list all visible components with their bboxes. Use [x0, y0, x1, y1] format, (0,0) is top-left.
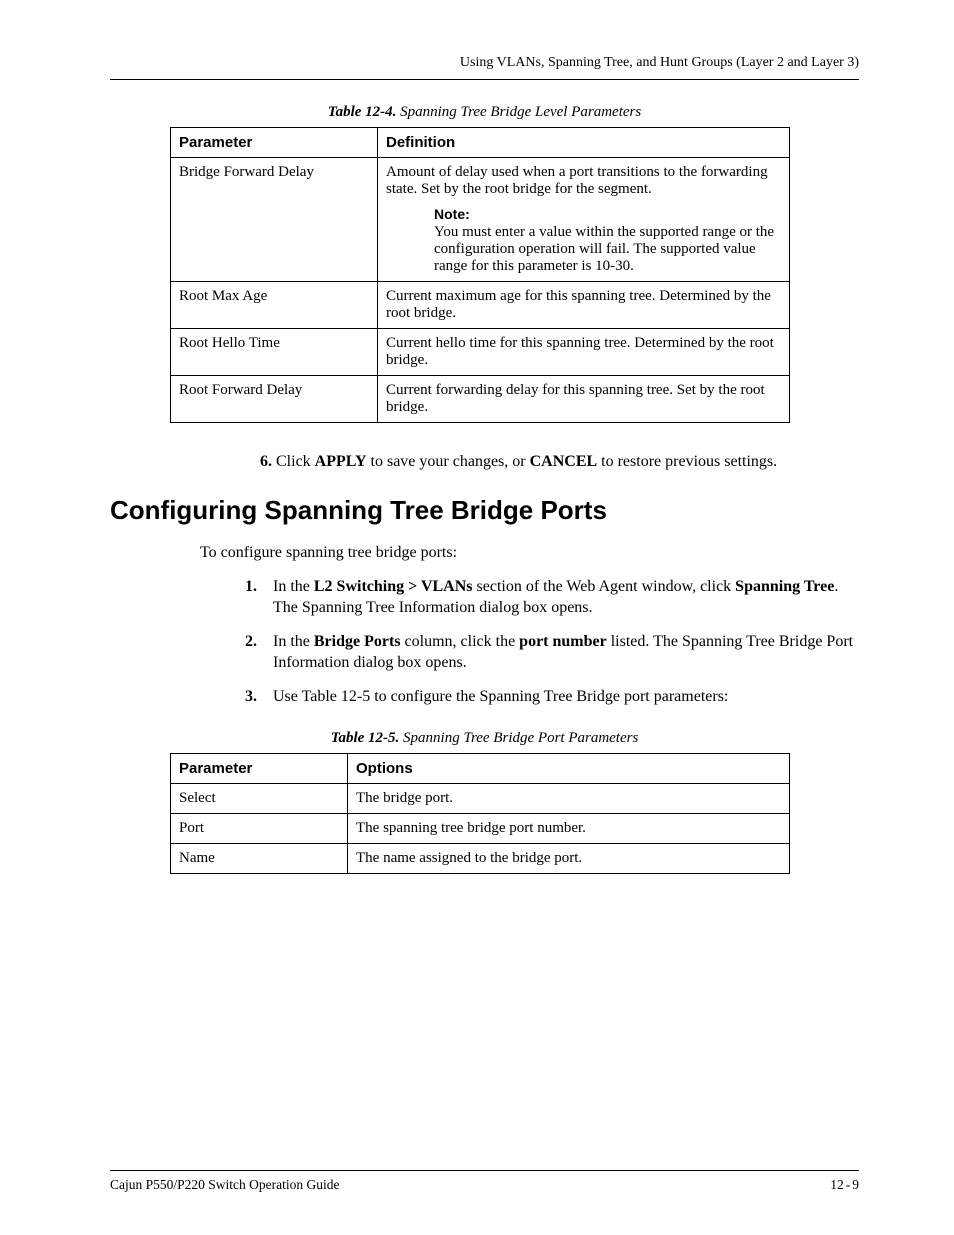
def-cell: Current maximum age for this spanning tr… [378, 282, 790, 329]
step-text: In the [273, 633, 314, 650]
def-cell: Amount of delay used when a port transit… [378, 158, 790, 282]
col-parameter: Parameter [171, 128, 378, 158]
table-row: Root Forward Delay Current forwarding de… [171, 376, 790, 423]
column-name: Bridge Ports [314, 633, 401, 650]
apply-label: APPLY [315, 453, 367, 470]
table-12-4-caption: Table 12-4. Spanning Tree Bridge Level P… [110, 104, 859, 121]
step-text: In the [273, 578, 314, 595]
note-text: You must enter a value within the suppor… [434, 224, 781, 275]
table-row: Name The name assigned to the bridge por… [171, 843, 790, 873]
table-row: Bridge Forward Delay Amount of delay use… [171, 158, 790, 282]
def-cell: Current hello time for this spanning tre… [378, 329, 790, 376]
param-cell: Root Forward Delay [171, 376, 378, 423]
step-text: Use Table 12-5 to configure the Spanning… [273, 688, 728, 705]
table-header-row: Parameter Definition [171, 128, 790, 158]
footer-chapter: 12 [830, 1177, 844, 1192]
step-number: 3. [245, 686, 257, 708]
footer-row: Cajun P550/P220 Switch Operation Guide 1… [110, 1177, 859, 1193]
intro-paragraph: To configure spanning tree bridge ports: [200, 544, 859, 562]
step-text: section of the Web Agent window, click [473, 578, 736, 595]
footer-right: 12-9 [830, 1177, 859, 1193]
opt-cell: The bridge port. [348, 783, 790, 813]
param-cell: Name [171, 843, 348, 873]
menu-item: Spanning Tree [735, 578, 834, 595]
table-caption-label: Table 12-5. [331, 730, 400, 746]
param-cell: Root Max Age [171, 282, 378, 329]
running-header: Using VLANs, Spanning Tree, and Hunt Gro… [110, 55, 859, 71]
opt-cell: The spanning tree bridge port number. [348, 813, 790, 843]
col-definition: Definition [378, 128, 790, 158]
table-row: Select The bridge port. [171, 783, 790, 813]
note-block: Note: You must enter a value within the … [434, 206, 781, 275]
step-text: column, click the [401, 633, 520, 650]
footer-left: Cajun P550/P220 Switch Operation Guide [110, 1177, 340, 1193]
procedure-list: 1. In the L2 Switching > VLANs section o… [245, 576, 859, 708]
list-item: 2. In the Bridge Ports column, click the… [245, 631, 859, 674]
param-cell: Bridge Forward Delay [171, 158, 378, 282]
table-12-5: Parameter Options Select The bridge port… [170, 753, 790, 874]
menu-path: L2 Switching > VLANs [314, 578, 473, 595]
table-caption-title: Spanning Tree Bridge Port Parameters [403, 730, 638, 746]
section-heading: Configuring Spanning Tree Bridge Ports [110, 495, 859, 526]
page: Using VLANs, Spanning Tree, and Hunt Gro… [0, 0, 954, 1235]
footer-dash: - [846, 1177, 851, 1192]
table-12-5-caption: Table 12-5. Spanning Tree Bridge Port Pa… [110, 730, 859, 747]
list-item: 3. Use Table 12-5 to configure the Spann… [245, 686, 859, 708]
col-options: Options [348, 753, 790, 783]
step-6: 6. Click APPLY to save your changes, or … [260, 451, 859, 473]
step-number: 2. [245, 631, 257, 653]
table-12-4: Parameter Definition Bridge Forward Dela… [170, 127, 790, 423]
note-label: Note: [434, 206, 470, 222]
table-row: Root Hello Time Current hello time for t… [171, 329, 790, 376]
footer-rule [110, 1170, 859, 1171]
page-footer: Cajun P550/P220 Switch Operation Guide 1… [110, 1170, 859, 1193]
cancel-label: CANCEL [530, 453, 598, 470]
table-header-row: Parameter Options [171, 753, 790, 783]
step-text: to restore previous settings. [597, 453, 777, 470]
def-text: Amount of delay used when a port transit… [386, 164, 768, 197]
table-row: Root Max Age Current maximum age for thi… [171, 282, 790, 329]
table-caption-label: Table 12-4. [328, 104, 397, 120]
param-cell: Root Hello Time [171, 329, 378, 376]
param-cell: Port [171, 813, 348, 843]
opt-cell: The name assigned to the bridge port. [348, 843, 790, 873]
step-number: 6. [260, 453, 272, 470]
step-number: 1. [245, 576, 257, 598]
col-parameter: Parameter [171, 753, 348, 783]
step-text: to save your changes, or [367, 453, 530, 470]
def-cell: Current forwarding delay for this spanni… [378, 376, 790, 423]
link-name: port number [519, 633, 607, 650]
table-row: Port The spanning tree bridge port numbe… [171, 813, 790, 843]
param-cell: Select [171, 783, 348, 813]
step-text: Click [276, 453, 315, 470]
header-rule [110, 79, 859, 80]
table-caption-title: Spanning Tree Bridge Level Parameters [400, 104, 641, 120]
list-item: 1. In the L2 Switching > VLANs section o… [245, 576, 859, 619]
footer-page: 9 [852, 1177, 859, 1192]
